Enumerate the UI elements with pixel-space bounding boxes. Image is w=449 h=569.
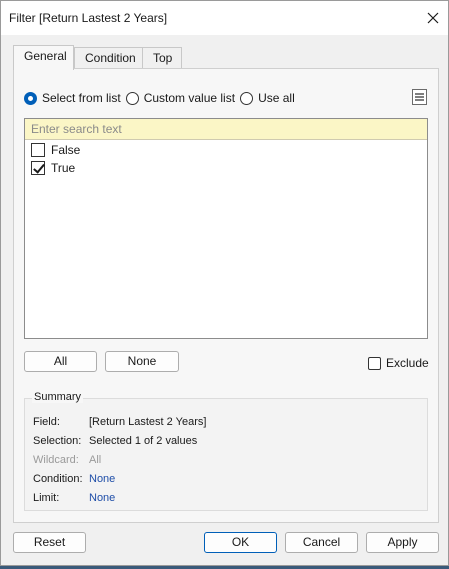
tab-general[interactable]: General bbox=[13, 45, 74, 70]
ok-button[interactable]: OK bbox=[204, 532, 277, 553]
dialog-title: Filter [Return Lastest 2 Years] bbox=[9, 11, 168, 25]
tab-condition[interactable]: Condition bbox=[74, 47, 143, 69]
select-from-list-label[interactable]: Select from list bbox=[42, 91, 121, 105]
list-item-label: False bbox=[51, 143, 81, 157]
exclude-label: Exclude bbox=[386, 356, 429, 370]
reset-button[interactable]: Reset bbox=[13, 532, 86, 553]
exclude-toggle[interactable]: Exclude bbox=[368, 355, 429, 371]
search-input[interactable] bbox=[25, 119, 427, 140]
all-button[interactable]: All bbox=[24, 351, 97, 372]
summary-key: Selection: bbox=[33, 435, 82, 447]
false-checkbox[interactable] bbox=[31, 143, 45, 157]
summary-key: Condition: bbox=[33, 473, 83, 485]
apply-button[interactable]: Apply bbox=[366, 532, 439, 553]
tab-top[interactable]: Top bbox=[142, 47, 182, 69]
summary-box: Field: [Return Lastest 2 Years] Selectio… bbox=[24, 398, 428, 511]
summary-key: Wildcard: bbox=[33, 454, 79, 466]
summary-value: Selected 1 of 2 values bbox=[89, 435, 198, 447]
summary-value: All bbox=[89, 454, 102, 466]
title-bar: Filter [Return Lastest 2 Years] bbox=[1, 1, 448, 35]
cancel-button[interactable]: Cancel bbox=[285, 532, 358, 553]
list-item[interactable]: True bbox=[31, 160, 75, 176]
summary-value: [Return Lastest 2 Years] bbox=[89, 416, 207, 428]
select-from-list-radio[interactable] bbox=[24, 91, 37, 105]
menu-icon bbox=[415, 93, 424, 101]
condition-link[interactable]: None bbox=[89, 473, 115, 485]
close-icon bbox=[427, 12, 439, 24]
filter-dialog: Filter [Return Lastest 2 Years] General … bbox=[0, 0, 449, 566]
summary-title: Summary bbox=[32, 391, 84, 403]
general-panel: Select from list Custom value list Use a… bbox=[13, 68, 439, 523]
custom-value-list-radio[interactable] bbox=[125, 91, 139, 105]
list-item[interactable]: False bbox=[31, 142, 80, 158]
summary-key: Limit: bbox=[33, 492, 60, 504]
true-checkbox[interactable] bbox=[31, 161, 45, 175]
none-button[interactable]: None bbox=[105, 351, 179, 372]
use-all-radio[interactable] bbox=[240, 91, 254, 105]
close-button[interactable] bbox=[420, 5, 446, 31]
list-item-label: True bbox=[51, 161, 76, 175]
list-options-button[interactable] bbox=[412, 89, 427, 105]
custom-value-list-label[interactable]: Custom value list bbox=[144, 91, 235, 105]
value-list: False True bbox=[24, 118, 428, 339]
use-all-label[interactable]: Use all bbox=[258, 91, 295, 105]
summary-key: Field: bbox=[33, 416, 60, 428]
limit-link[interactable]: None bbox=[89, 492, 115, 504]
exclude-checkbox[interactable] bbox=[368, 356, 381, 370]
mode-radio-group: Select from list Custom value list Use a… bbox=[24, 90, 300, 106]
